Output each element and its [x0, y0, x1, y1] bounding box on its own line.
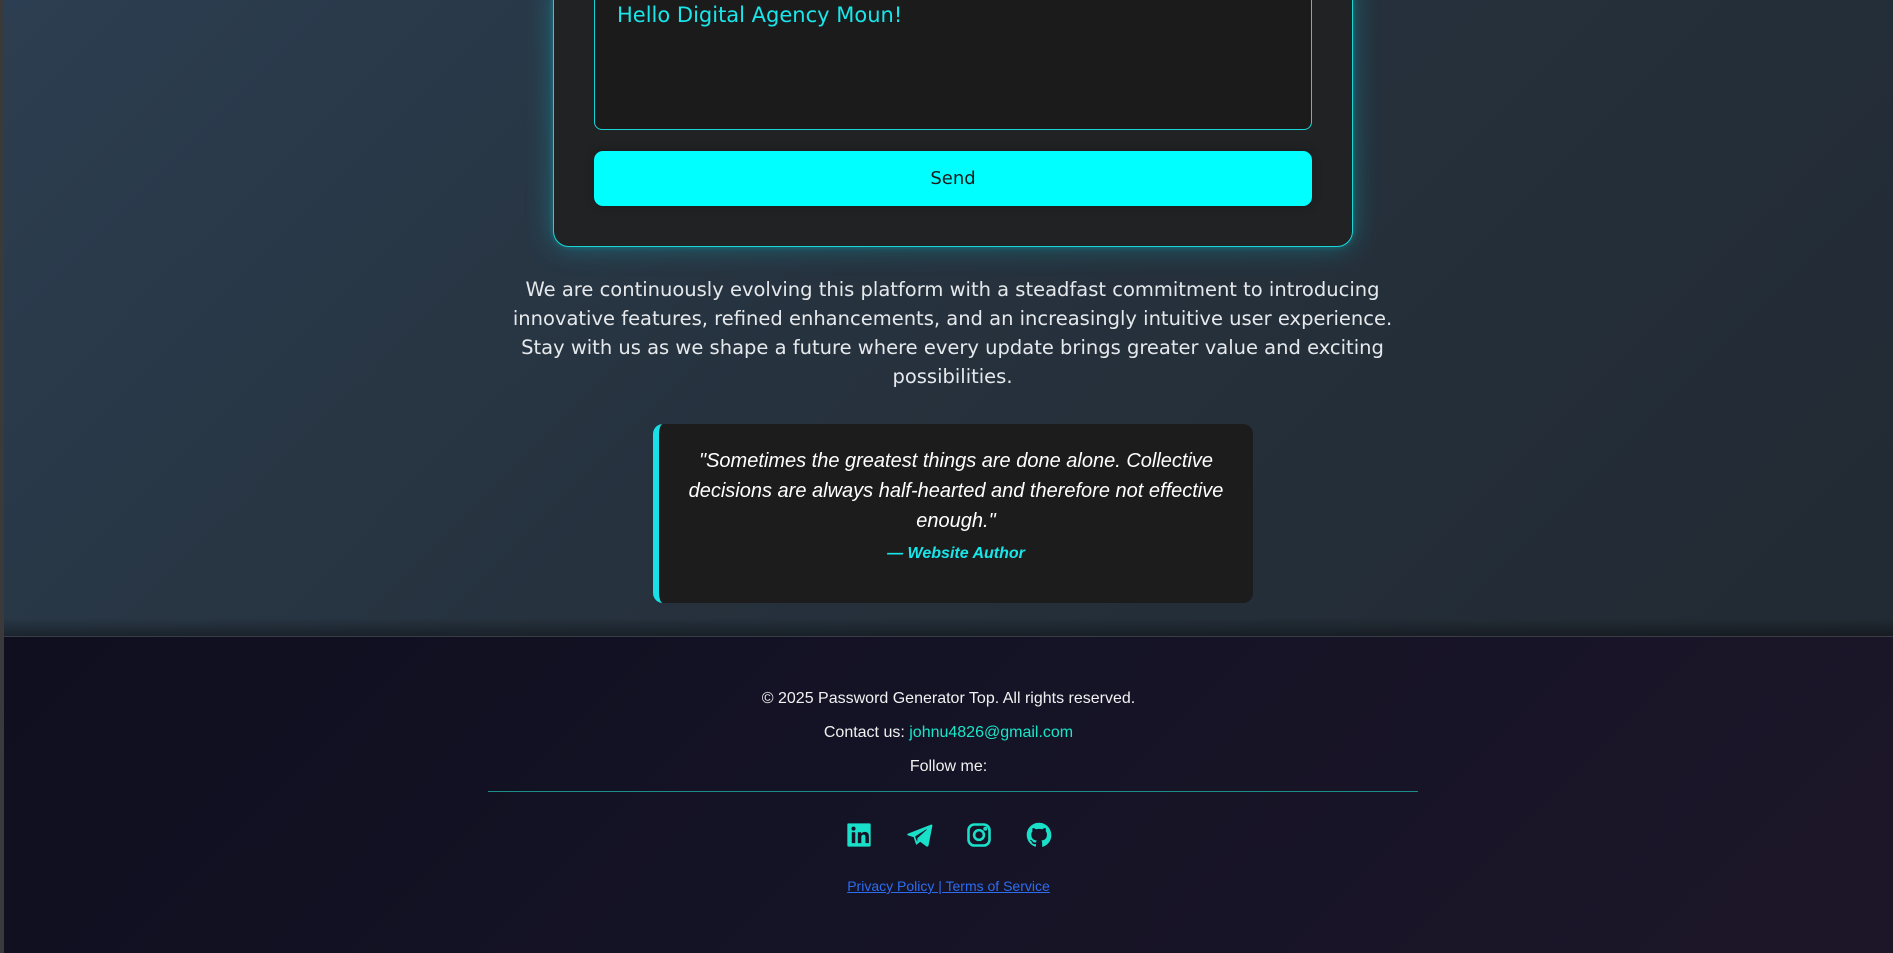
linkedin-icon[interactable] [845, 821, 873, 849]
send-button[interactable]: Send [594, 151, 1312, 206]
contact-line: Contact us: johnu4826@gmail.com [4, 724, 1893, 742]
telegram-icon[interactable] [905, 821, 933, 849]
privacy-terms-link[interactable]: Privacy Policy | Terms of Service [847, 878, 1050, 894]
footer-divider [488, 791, 1418, 792]
quote-author: — Website Author [887, 545, 1025, 562]
contact-label: Contact us: [823, 724, 910, 741]
legal-links: Privacy Policy | Terms of Service [4, 878, 1893, 894]
section-divider [4, 618, 1893, 636]
quote-card: "Sometimes the greatest things are done … [653, 424, 1253, 603]
contact-email-link[interactable]: johnu4826@gmail.com [909, 724, 1073, 741]
social-links [4, 821, 1893, 849]
site-footer: © 2025 Password Generator Top. All right… [4, 636, 1893, 953]
message-textarea[interactable]: Hello Digital Agency Moun! [594, 0, 1312, 130]
instagram-icon[interactable] [965, 821, 993, 849]
copyright-text: © 2025 Password Generator Top. All right… [761, 690, 1136, 707]
quote-text: "Sometimes the greatest things are done … [688, 450, 1224, 532]
follow-label: Follow me: [909, 758, 988, 775]
github-icon[interactable] [1025, 821, 1053, 849]
platform-intro-text: We are continuously evolving this platfo… [512, 278, 1393, 388]
